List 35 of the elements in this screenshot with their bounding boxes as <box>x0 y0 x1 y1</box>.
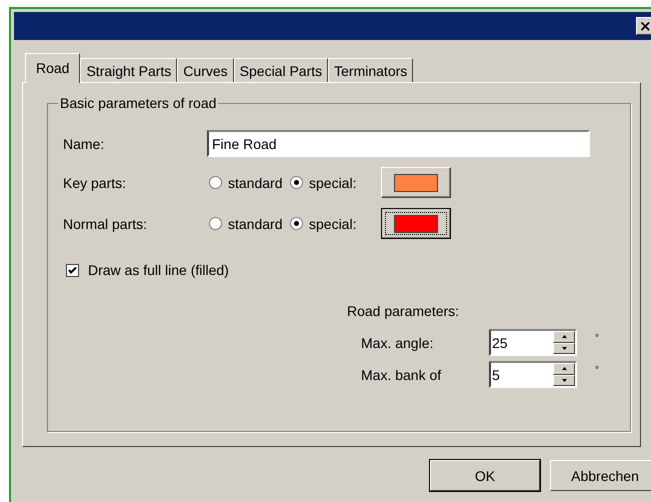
spin-field[interactable]: 25 <box>489 329 577 356</box>
tab[interactable]: Curves <box>177 58 234 82</box>
spin-down-icon[interactable] <box>553 374 575 386</box>
spin-field[interactable]: 5 <box>489 361 577 388</box>
field-label: Name: <box>63 136 106 152</box>
spin-up-icon[interactable] <box>553 331 575 342</box>
group-title: Basic parameters of road <box>58 95 218 111</box>
radio-label[interactable]: special: <box>309 174 381 190</box>
tab[interactable]: Road <box>25 53 80 83</box>
radio-button[interactable] <box>209 176 222 189</box>
checkbox[interactable] <box>66 264 79 276</box>
section-label: Road parameters: <box>347 303 460 319</box>
close-button[interactable]: × <box>636 17 651 35</box>
tab[interactable]: Special Parts <box>234 58 328 82</box>
field-label: Max. bank of <box>361 366 442 382</box>
unit-label: ° <box>595 365 599 376</box>
radio-label[interactable]: standard <box>228 174 288 190</box>
radio-label[interactable]: standard <box>228 216 288 232</box>
color-button[interactable] <box>381 208 451 239</box>
radio-button[interactable] <box>209 217 222 230</box>
spin-down-icon[interactable] <box>553 342 575 354</box>
field-label: Max. angle: <box>361 334 434 350</box>
tab[interactable]: Straight Parts <box>80 58 178 82</box>
name-field[interactable]: Fine Road <box>207 130 590 157</box>
checkbox-label[interactable]: Draw as full line (filled) <box>88 262 229 278</box>
field-label: Normal parts: <box>63 216 148 232</box>
radio-button[interactable] <box>290 217 303 230</box>
tab[interactable]: Terminators <box>328 58 414 82</box>
unit-label: ° <box>595 333 599 344</box>
spin-up-icon[interactable] <box>553 363 575 374</box>
field-label: Key parts: <box>63 174 128 190</box>
dialog-button[interactable]: Abbrechen <box>550 460 651 491</box>
radio-button[interactable] <box>290 176 303 189</box>
dialog-button[interactable]: OK <box>430 460 540 491</box>
radio-label[interactable]: special: <box>309 216 381 232</box>
